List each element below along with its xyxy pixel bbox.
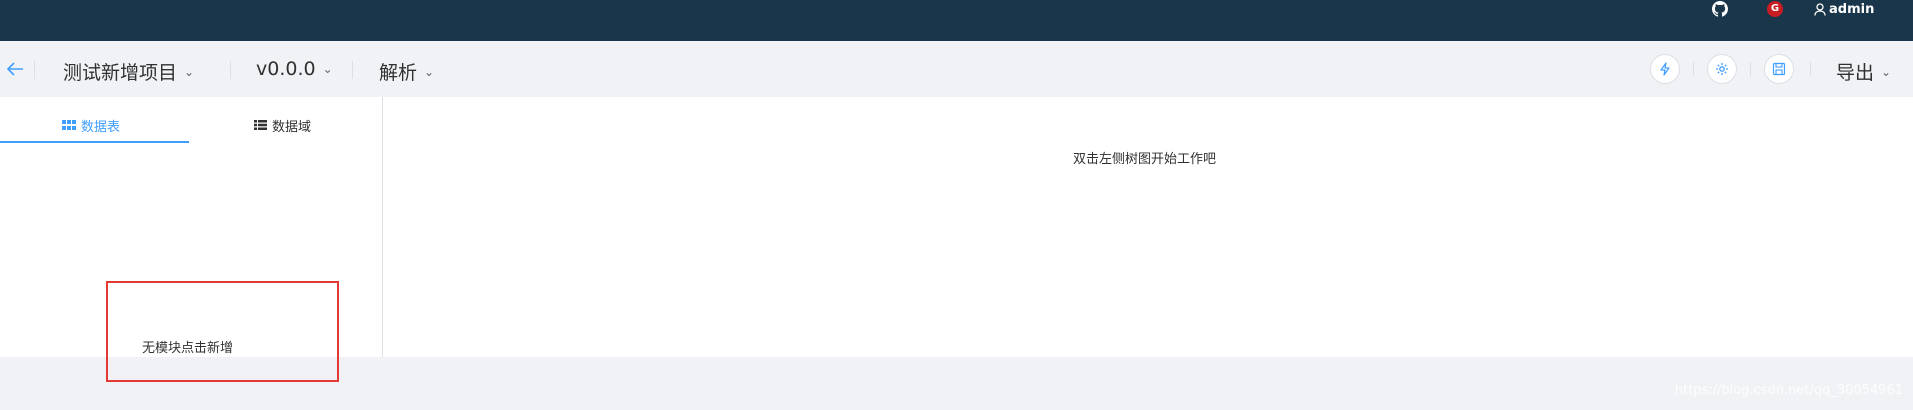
divider xyxy=(1810,62,1811,76)
tab-label: 数据域 xyxy=(272,119,312,135)
gear-icon xyxy=(1716,63,1728,75)
project-dropdown[interactable]: 测试新增项目 ⌄ xyxy=(63,58,194,85)
username: admin xyxy=(1829,1,1875,17)
gitee-icon[interactable]: G xyxy=(1767,1,1783,17)
save-button[interactable] xyxy=(1764,54,1794,84)
save-icon xyxy=(1772,62,1786,76)
main-workspace: 双击左侧树图开始工作吧 xyxy=(383,97,1913,357)
settings-button[interactable] xyxy=(1707,54,1737,84)
user-menu[interactable]: admin xyxy=(1814,1,1874,17)
chevron-down-icon: ⌄ xyxy=(322,62,333,76)
divider xyxy=(1693,62,1694,76)
tab-label: 数据表 xyxy=(81,119,121,135)
tab-data-domains[interactable]: 数据域 xyxy=(254,112,311,138)
workspace-empty-tip: 双击左侧树图开始工作吧 xyxy=(1073,152,1217,167)
active-tab-indicator xyxy=(0,141,189,143)
divider xyxy=(352,61,353,79)
tab-data-tables[interactable]: 数据表 xyxy=(62,112,120,138)
view-label: 解析 xyxy=(379,62,418,84)
arrow-left-icon[interactable] xyxy=(6,61,24,77)
version-label: v0.0.0 xyxy=(256,58,316,80)
quick-action-button[interactable] xyxy=(1650,54,1680,84)
divider xyxy=(230,61,231,79)
user-icon xyxy=(1814,2,1826,16)
github-icon[interactable] xyxy=(1712,1,1728,17)
project-name: 测试新增项目 xyxy=(63,62,178,84)
divider xyxy=(1750,62,1751,76)
chevron-down-icon: ⌄ xyxy=(1881,64,1892,79)
chevron-down-icon: ⌄ xyxy=(424,64,435,79)
top-nav-bar: G admin xyxy=(0,0,1913,41)
chevron-down-icon: ⌄ xyxy=(184,64,195,79)
project-toolbar: 测试新增项目 ⌄ v0.0.0 ⌄ 解析 ⌄ 导出 ⌄ xyxy=(0,41,1913,97)
export-dropdown[interactable]: 导出 ⌄ xyxy=(1836,58,1891,85)
divider xyxy=(34,61,35,79)
watermark: https://blog.csdn.net/qq_30054961 xyxy=(1674,383,1903,398)
grid-icon xyxy=(62,120,76,130)
annotation-highlight-box xyxy=(106,281,339,382)
list-icon xyxy=(254,120,267,130)
lightning-icon xyxy=(1660,62,1670,76)
view-dropdown[interactable]: 解析 ⌄ xyxy=(379,58,434,85)
export-label: 导出 xyxy=(1836,62,1875,84)
version-dropdown[interactable]: v0.0.0 ⌄ xyxy=(256,58,333,80)
